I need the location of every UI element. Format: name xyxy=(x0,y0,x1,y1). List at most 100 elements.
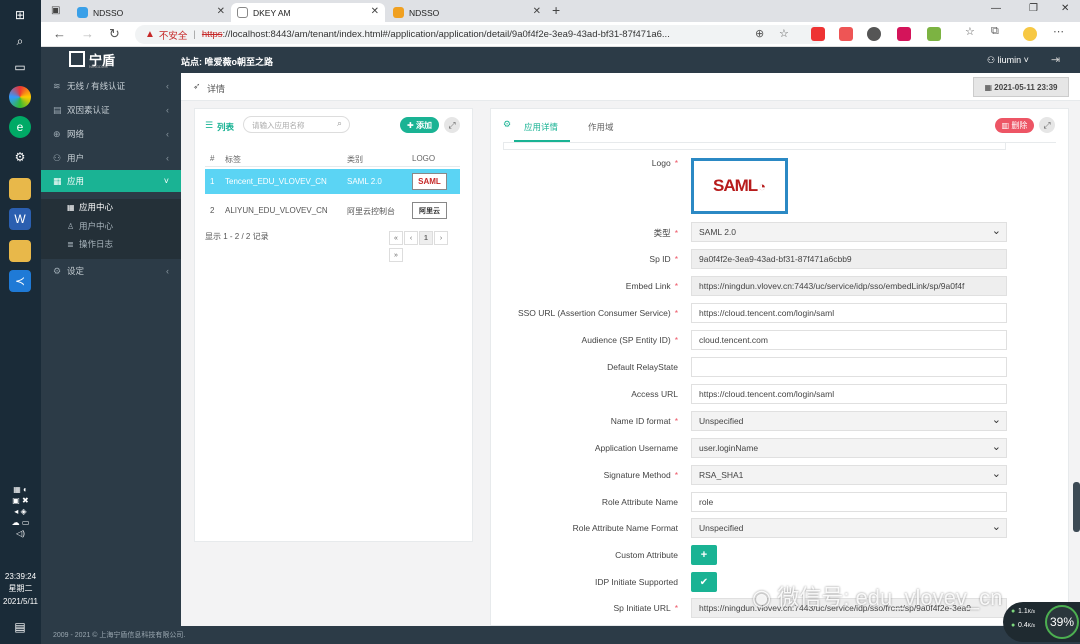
vscode-icon[interactable]: ≺ xyxy=(9,270,31,292)
col-logo: LOGO xyxy=(412,154,436,163)
sidebar-item-2fa[interactable]: ▤ 双因素认证 ‹ xyxy=(41,99,181,121)
close-icon[interactable]: ✕ xyxy=(217,6,225,17)
row-category: 阿里云控制台 xyxy=(347,207,395,216)
search-input[interactable]: 请输入应用名称 ⌕ xyxy=(243,116,350,133)
extension-icon-5[interactable] xyxy=(927,27,941,41)
back-icon[interactable]: ← xyxy=(53,26,66,41)
profile-avatar[interactable] xyxy=(1023,27,1037,41)
expand-icon[interactable]: ⤢ xyxy=(1039,117,1055,133)
relaystate-field[interactable] xyxy=(691,357,1007,377)
tab-actions-icon[interactable]: ▣ xyxy=(51,5,60,16)
delete-button[interactable]: ▥ 删除 xyxy=(995,118,1034,133)
notification-icon[interactable]: ▤ xyxy=(9,616,31,638)
add-button[interactable]: ✚ 添加 xyxy=(400,117,439,133)
embed-link-field[interactable]: https://ningdun.vlovev.cn:7443/uc/servic… xyxy=(691,276,1007,296)
maximize-icon[interactable]: ❐ xyxy=(1029,3,1038,14)
extension-icon-3[interactable] xyxy=(867,27,881,41)
sp-id-field[interactable]: 9a0f4f2e-3ea9-43ad-bf31-87f471a6cbb9 xyxy=(691,249,1007,269)
tab-scope[interactable]: 作用域 xyxy=(580,113,626,142)
add-custom-attr-button[interactable]: + xyxy=(691,545,717,565)
logout-icon[interactable]: ⇥ xyxy=(1051,53,1060,66)
role-attr-format-select[interactable]: Unspecified xyxy=(691,518,1007,538)
app-header: 宁盾 NINGDUN 站点: 唯爱薇o朝至之路 ⚇ liumin ˅ ⇥ xyxy=(41,47,1080,73)
col-category: 类别 xyxy=(347,155,363,164)
records-summary: 显示 1 - 2 / 2 记录 xyxy=(205,232,269,241)
favorites-icon[interactable]: ☆ xyxy=(965,25,979,39)
sidebar-sub-label: 操作日志 xyxy=(79,239,114,249)
nameid-format-select[interactable]: Unspecified xyxy=(691,411,1007,431)
window-close-icon[interactable]: ✕ xyxy=(1061,3,1069,14)
sidebar-sub-app-center[interactable]: ▦ 应用中心 xyxy=(41,198,181,216)
url-bar[interactable]: ▲ 不安全 | https ://localhost:8443/am/tenan… xyxy=(135,25,825,44)
pager-next[interactable]: › xyxy=(434,231,448,245)
access-url-field[interactable]: https://cloud.tencent.com/login/saml xyxy=(691,384,1007,404)
logo-upload[interactable]: SAML ◔ xyxy=(691,158,788,214)
scrollbar-thumb[interactable] xyxy=(1073,482,1080,532)
task-view-icon[interactable]: ▭ xyxy=(9,56,31,78)
favorite-star-icon[interactable]: ☆ xyxy=(779,27,789,40)
field-label-type: 类型 * xyxy=(653,228,678,238)
idp-initiate-checkbox[interactable]: ✔ xyxy=(691,572,717,592)
browser-tab-1[interactable]: NDSSO ✕ xyxy=(71,3,231,22)
tray-icons[interactable]: ▦ ◐ ▣ ✖ ◂ ◈ ☁ ▭ ◁) xyxy=(3,484,38,539)
sidebar-item-wifi[interactable]: ≋ 无线 / 有线认证 ‹ xyxy=(41,75,181,97)
col-num: # xyxy=(210,154,215,163)
role-attr-field[interactable]: role xyxy=(691,492,1007,512)
extension-icon-1[interactable] xyxy=(811,27,825,41)
forward-icon[interactable]: → xyxy=(81,26,94,41)
wifi-icon: ≋ xyxy=(53,80,61,91)
collections-icon[interactable]: ⧉ xyxy=(991,25,1005,39)
sidebar-sub-user-center[interactable]: ♙ 用户中心 xyxy=(41,217,181,235)
audience-field[interactable]: cloud.tencent.com xyxy=(691,330,1007,350)
field-label-sp-initiate-url: Sp Initiate URL * xyxy=(613,603,678,613)
sidebar-item-apps[interactable]: ▦ 应用 ˅ xyxy=(41,170,181,192)
tab-title: NDSSO xyxy=(93,7,124,18)
new-tab-icon[interactable]: + xyxy=(552,2,560,18)
table-row[interactable]: 2 ALIYUN_EDU_VLOVEV_CN 阿里云控制台 阿里云 xyxy=(205,198,460,223)
plus-icon: ✚ xyxy=(407,120,416,130)
reload-icon[interactable]: ↻ xyxy=(109,26,120,42)
signature-method-select[interactable]: RSA_SHA1 xyxy=(691,465,1007,485)
zoom-icon[interactable]: ⊕ xyxy=(755,27,764,40)
field-label-sp-id: Sp ID * xyxy=(649,254,678,264)
type-select[interactable]: SAML 2.0 xyxy=(691,222,1007,242)
app-username-select[interactable]: user.loginName xyxy=(691,438,1007,458)
pager-prev[interactable]: ‹ xyxy=(404,231,418,245)
browser-tab-2[interactable]: DKEY AM ✕ xyxy=(231,3,385,22)
sso-url-field[interactable]: https://cloud.tencent.com/login/saml xyxy=(691,303,1007,323)
extension-icon-2[interactable] xyxy=(839,27,853,41)
trash-icon: ▥ xyxy=(1001,121,1012,130)
minimize-icon[interactable]: — xyxy=(991,3,1001,14)
search-icon[interactable]: ⌕ xyxy=(337,118,342,129)
sidebar-item-network[interactable]: ⊕ 网络 ‹ xyxy=(41,123,181,145)
folder-icon-2[interactable] xyxy=(9,240,31,262)
url-scheme: https xyxy=(201,29,223,40)
close-icon[interactable]: ✕ xyxy=(533,6,541,17)
folder-icon[interactable] xyxy=(9,178,31,200)
sidebar-item-users[interactable]: ⚇ 用户 ‹ xyxy=(41,147,181,169)
extension-icon-4[interactable] xyxy=(897,27,911,41)
chrome-icon[interactable] xyxy=(9,86,31,108)
expand-icon[interactable]: ⤢ xyxy=(444,117,460,133)
net-down: 0.4K/s xyxy=(1018,622,1035,629)
pager-page-1[interactable]: 1 xyxy=(419,231,433,245)
close-icon[interactable]: ✕ xyxy=(371,6,379,17)
edge-icon[interactable]: e xyxy=(9,116,31,138)
pager-last[interactable]: » xyxy=(389,248,403,262)
tab-app-detail[interactable]: 应用详情 xyxy=(514,113,570,142)
user-name: liumin xyxy=(997,55,1022,65)
table-row[interactable]: 1 Tencent_EDU_VLOVEV_CN SAML 2.0 SAML xyxy=(205,169,460,194)
download-icon: ● xyxy=(1011,622,1016,629)
sidebar-item-settings[interactable]: ⚙ 设定 ‹ xyxy=(41,260,181,282)
field-label-role-attr-format: Role Attribute Name Format xyxy=(572,523,678,533)
start-icon[interactable]: ⊞ xyxy=(9,4,31,26)
browser-tab-3[interactable]: NDSSO ✕ xyxy=(387,3,547,22)
settings-gear-icon[interactable]: ⚙ xyxy=(9,146,31,168)
more-menu-icon[interactable]: ⋯ xyxy=(1053,25,1067,39)
net-monitor-widget[interactable]: ● 1.1K/s ● 0.4K/s 39% xyxy=(1003,602,1080,642)
user-menu[interactable]: ⚇ liumin ˅ xyxy=(987,55,1029,66)
word-icon[interactable]: W xyxy=(9,208,31,230)
sidebar-sub-operation-log[interactable]: ≣ 操作日志 xyxy=(41,235,181,253)
pager-first[interactable]: « xyxy=(389,231,403,245)
search-icon[interactable]: ⌕ xyxy=(9,30,31,52)
